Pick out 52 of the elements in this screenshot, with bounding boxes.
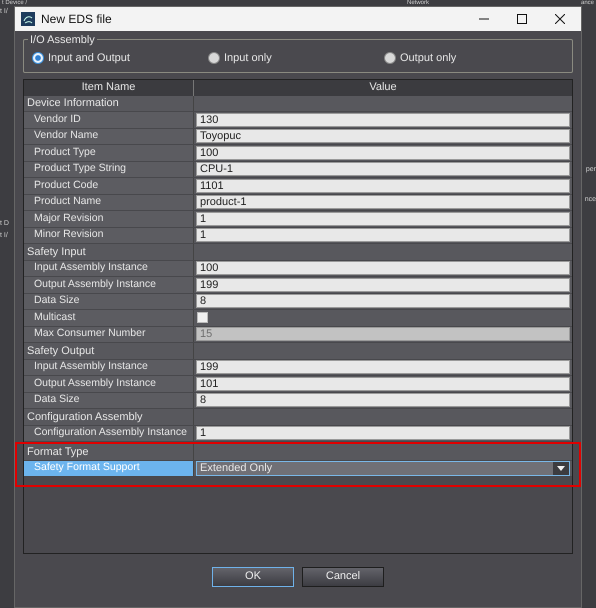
item-name[interactable]: Product Name (24, 194, 194, 210)
item-name[interactable]: Data Size (24, 392, 194, 408)
group-row-label: Safety Output (24, 343, 194, 358)
dialog-button[interactable]: OK (212, 566, 294, 586)
group-row-label: Format Type (24, 444, 194, 460)
value-field[interactable]: 130 (196, 112, 570, 127)
item-name[interactable]: Configuration Assembly Instance (24, 426, 194, 441)
item-name[interactable]: Data Size (24, 294, 194, 309)
window-title: New EDS file (41, 11, 113, 28)
item-name[interactable]: Output Assembly Instance (24, 376, 194, 392)
value-field[interactable]: 8 (196, 393, 570, 408)
item-name[interactable]: Input Assembly Instance (24, 360, 194, 375)
item-name[interactable]: Vendor ID (24, 112, 194, 128)
value-field[interactable]: 1 (196, 426, 570, 440)
value-field[interactable]: 1 (196, 212, 570, 226)
radio-option[interactable]: Output only (384, 50, 560, 66)
item-name[interactable]: Minor Revision (24, 228, 194, 243)
value-field[interactable]: 100 (196, 261, 570, 276)
item-name[interactable]: Multicast (24, 310, 194, 326)
value-field[interactable]: 199 (196, 278, 570, 292)
value-field[interactable]: CPU-1 (196, 162, 570, 176)
radio-icon (384, 52, 396, 64)
group-row-label: Safety Input (24, 244, 194, 260)
item-name[interactable]: Product Type (24, 145, 194, 160)
item-name[interactable]: Product Code (24, 178, 194, 194)
value-field[interactable]: 8 (196, 294, 570, 308)
radio-option[interactable]: Input and Output (32, 50, 208, 66)
radio-option[interactable]: Input only (208, 50, 384, 66)
value-field[interactable]: 100 (196, 146, 570, 160)
group-row-label: Device Information (24, 96, 194, 111)
value-field[interactable]: 101 (196, 376, 570, 391)
item-name[interactable]: Major Revision (24, 211, 194, 226)
close-icon[interactable] (555, 14, 565, 24)
item-name[interactable]: Product Type String (24, 162, 194, 177)
item-name[interactable]: Output Assembly Instance (24, 277, 194, 292)
maximize-icon[interactable] (517, 14, 527, 24)
radio-icon (208, 52, 220, 64)
checkbox[interactable] (197, 312, 208, 324)
app-icon (21, 12, 35, 26)
item-name[interactable]: Vendor Name (24, 128, 194, 144)
value-field[interactable]: Toyopuc (196, 129, 570, 144)
group-row-label: Configuration Assembly (24, 409, 194, 424)
column-header: Value (368, 80, 398, 96)
dialog-button[interactable]: Cancel (302, 566, 384, 586)
value-field[interactable]: product-1 (196, 195, 570, 210)
value-field[interactable]: 1101 (196, 178, 570, 193)
value-field[interactable]: 199 (196, 360, 570, 374)
item-name[interactable]: Input Assembly Instance (24, 260, 194, 276)
dropdown[interactable]: Extended Only (196, 460, 570, 476)
group-title: I/O Assembly (28, 32, 97, 48)
radio-icon (32, 52, 44, 64)
value-field[interactable]: 1 (196, 228, 570, 242)
